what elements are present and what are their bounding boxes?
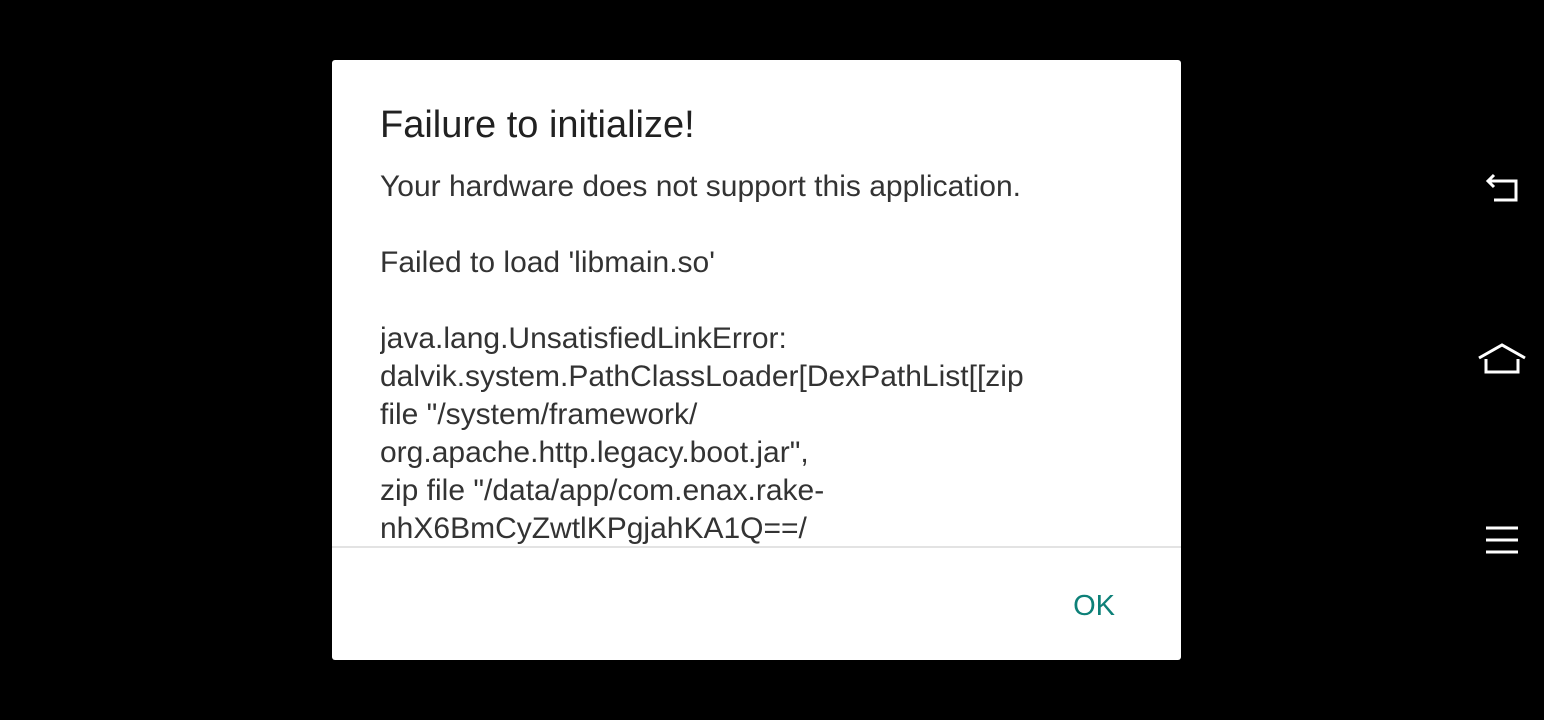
message-line: dalvik.system.PathClassLoader[DexPathLis…	[380, 360, 1024, 393]
message-line: zip file "/data/app/com.enax.rake-	[380, 474, 825, 507]
ok-button[interactable]: OK	[1047, 580, 1141, 632]
back-button[interactable]	[1474, 162, 1530, 218]
back-icon	[1485, 173, 1518, 202]
message-line: Your hardware does not support this appl…	[380, 170, 1021, 203]
home-button[interactable]	[1474, 331, 1530, 387]
menu-icon	[1486, 526, 1518, 554]
dialog-title: Failure to initialize!	[380, 104, 695, 146]
dialog-divider	[332, 546, 1181, 548]
message-line: java.lang.UnsatisfiedLinkError:	[380, 322, 787, 355]
error-dialog: Failure to initialize! Your hardware doe…	[332, 60, 1181, 660]
navigation-bar	[1460, 0, 1544, 720]
dialog-message: Your hardware does not support this appl…	[380, 168, 1140, 548]
app-screen: Failure to initialize! Your hardware doe…	[0, 0, 1544, 720]
message-line: Failed to load 'libmain.so'	[380, 246, 715, 279]
menu-button[interactable]	[1474, 512, 1530, 568]
message-line: file "/system/framework/	[380, 398, 698, 431]
message-line: org.apache.http.legacy.boot.jar",	[380, 436, 809, 469]
message-line: nhX6BmCyZwtlKPgjahKA1Q==/	[380, 512, 807, 545]
home-icon	[1478, 343, 1526, 374]
